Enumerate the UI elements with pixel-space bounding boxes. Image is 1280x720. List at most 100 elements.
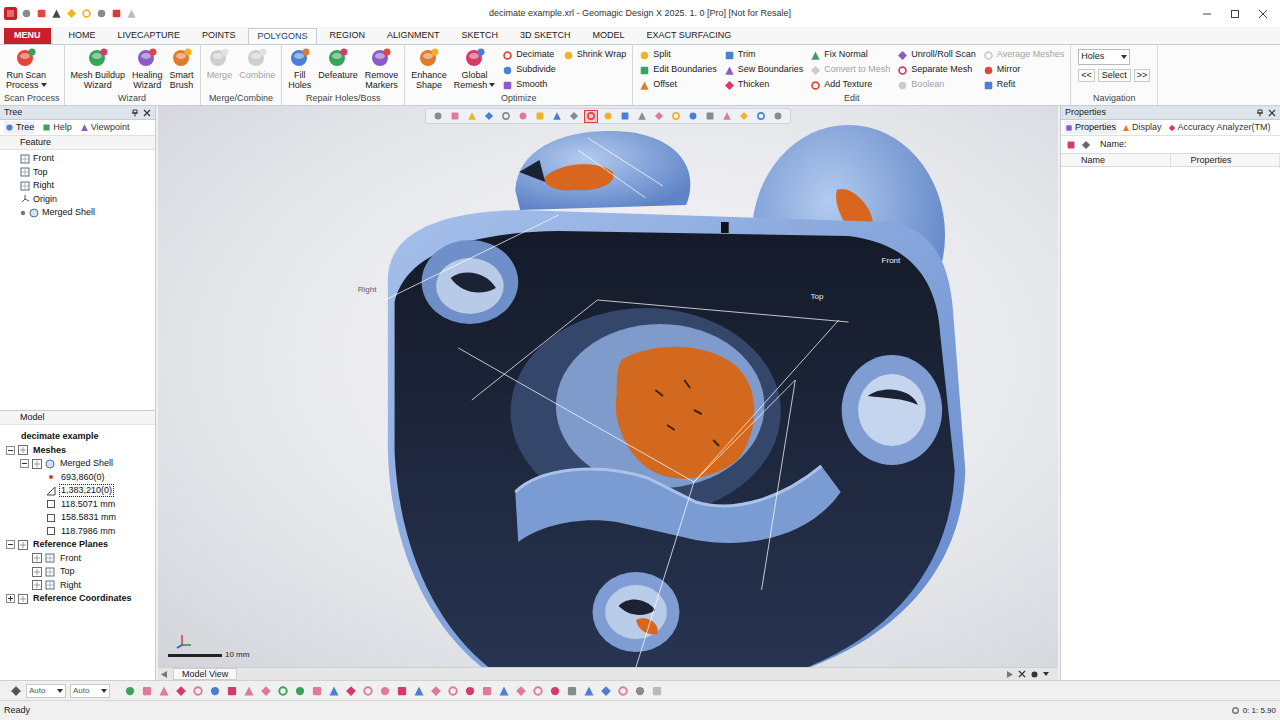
scroll-right-icon[interactable]: [1007, 671, 1013, 678]
view-tool-button[interactable]: [516, 110, 530, 123]
model-tree-row[interactable]: 158.5831 mm: [0, 511, 155, 525]
ribbon-small-button[interactable]: Smooth: [501, 78, 557, 92]
ribbon-tab[interactable]: EXACT SURFACING: [636, 28, 741, 44]
feature-tree-row[interactable]: Right: [0, 179, 155, 193]
panel-tab[interactable]: Help: [41, 121, 73, 135]
view-tool-button[interactable]: [584, 110, 598, 123]
view-tool-button[interactable]: [618, 110, 632, 123]
ribbon-small-button[interactable]: Boolean: [896, 78, 977, 92]
ribbon-large-button[interactable]: Combine: [236, 45, 278, 80]
dropdown-arrow-icon[interactable]: [41, 83, 47, 87]
model-tree-row[interactable]: decimate example: [0, 430, 155, 444]
ribbon-large-button[interactable]: Mesh BuildupWizard: [68, 45, 129, 90]
view-tool-button[interactable]: [720, 110, 734, 123]
model-tree-row[interactable]: 118.7986 mm: [0, 525, 155, 539]
view-tool-button[interactable]: [533, 110, 547, 123]
view-tab[interactable]: Model View: [173, 668, 237, 680]
ribbon-tab[interactable]: POLYGONS: [248, 28, 318, 44]
next-button[interactable]: >>: [1134, 69, 1151, 82]
ribbon-small-button[interactable]: Edit Boundaries: [638, 63, 718, 77]
model-tree-row[interactable]: Front: [0, 552, 155, 566]
column-header[interactable]: Name: [1061, 154, 1171, 168]
ribbon-large-button[interactable]: HealingWizard: [129, 45, 166, 90]
ribbon-small-button[interactable]: Add Texture: [809, 78, 891, 92]
view-tool-button[interactable]: [550, 110, 564, 123]
pin-icon[interactable]: [131, 109, 139, 117]
view-tool-button[interactable]: [431, 110, 445, 123]
ribbon-small-button[interactable]: Mirror: [982, 63, 1065, 77]
ribbon-large-button[interactable]: SmartBrush: [167, 45, 197, 90]
ribbon-small-button[interactable]: Offset: [638, 78, 718, 92]
collapse-icon[interactable]: [20, 459, 29, 468]
ribbon-small-button[interactable]: Refit: [982, 78, 1065, 92]
ribbon-large-button[interactable]: GlobalRemesh: [451, 45, 499, 90]
view-tool-button[interactable]: [465, 110, 479, 123]
visibility-toggle-icon[interactable]: [18, 594, 28, 604]
view-tool-button[interactable]: [754, 110, 768, 123]
panel-tab[interactable]: Accuracy Analyzer(TM): [1167, 121, 1272, 135]
model-tree-row[interactable]: Merged Shell: [0, 457, 155, 471]
column-header[interactable]: Properties: [1171, 154, 1280, 168]
ribbon-small-button[interactable]: Unroll/Roll Scan: [896, 48, 977, 62]
view-tool-button[interactable]: [737, 110, 751, 123]
ribbon-tab[interactable]: 3D SKETCH: [510, 28, 581, 44]
model-tree-row[interactable]: Reference Coordinates: [0, 592, 155, 606]
ribbon-tab[interactable]: REGION: [319, 28, 375, 44]
model-tree-row[interactable]: 1,383,210(0): [0, 484, 155, 498]
dropdown-arrow-icon[interactable]: [1043, 672, 1049, 676]
ribbon-tab[interactable]: HOME: [59, 28, 106, 44]
visibility-toggle-icon[interactable]: [32, 553, 42, 563]
view-tool-button[interactable]: [703, 110, 717, 123]
ribbon-small-button[interactable]: Convert to Mesh: [809, 63, 891, 77]
visibility-toggle-icon[interactable]: [32, 580, 42, 590]
dropdown-arrow-icon[interactable]: [1121, 55, 1127, 59]
view-tool-button[interactable]: [567, 110, 581, 123]
model-tree-row[interactable]: Top: [0, 565, 155, 579]
scroll-left-icon[interactable]: [161, 671, 167, 678]
ribbon-small-button[interactable]: Split: [638, 48, 718, 62]
panel-tab[interactable]: Viewpoint: [79, 121, 131, 135]
ribbon-large-button[interactable]: Merge: [204, 45, 236, 80]
collapse-icon[interactable]: [6, 540, 15, 549]
view-tool-button[interactable]: [686, 110, 700, 123]
ribbon-small-button[interactable]: Average Meshes: [982, 48, 1065, 62]
minimize-icon[interactable]: [1202, 9, 1212, 19]
ribbon-large-button[interactable]: RemoveMarkers: [362, 45, 402, 90]
close-window-icon[interactable]: [1258, 9, 1268, 19]
view-tool-button[interactable]: [652, 110, 666, 123]
model-viewport[interactable]: RightFrontTop10 mm: [158, 106, 1058, 667]
ribbon-large-button[interactable]: FillHoles: [285, 45, 314, 90]
panel-tab[interactable]: Tree: [4, 121, 35, 135]
view-tool-button[interactable]: [771, 110, 785, 123]
visibility-toggle-icon[interactable]: [18, 445, 28, 455]
ribbon-small-button[interactable]: Fix Normal: [809, 48, 891, 62]
dot-icon[interactable]: [1031, 671, 1038, 678]
panel-tab[interactable]: Display: [1121, 121, 1163, 135]
ribbon-small-button[interactable]: Thicken: [723, 78, 805, 92]
dropdown-arrow-icon[interactable]: [57, 689, 63, 693]
ribbon-large-button[interactable]: EnhanceShape: [408, 45, 450, 90]
ribbon-large-button[interactable]: Defeature: [315, 45, 361, 80]
view-tool-button[interactable]: [601, 110, 615, 123]
app-logo-icon[interactable]: [4, 7, 17, 20]
view-tool-button[interactable]: [499, 110, 513, 123]
model-tree-row[interactable]: 693,860(0): [0, 471, 155, 485]
feature-tree-row[interactable]: Origin: [0, 193, 155, 207]
visibility-toggle-icon[interactable]: [32, 459, 42, 469]
ribbon-small-button[interactable]: Decimate: [501, 48, 557, 62]
expand-icon[interactable]: [6, 594, 15, 603]
feature-tree-row[interactable]: Front: [0, 152, 155, 166]
model-tree-row[interactable]: Meshes: [0, 444, 155, 458]
dropdown-arrow-icon[interactable]: [101, 689, 107, 693]
feature-tree-row[interactable]: Top: [0, 166, 155, 180]
previous-button[interactable]: <<: [1078, 69, 1095, 82]
ribbon-tab[interactable]: ALIGNMENT: [377, 28, 450, 44]
view-tool-button[interactable]: [482, 110, 496, 123]
ribbon-tab[interactable]: POINTS: [192, 28, 246, 44]
ribbon-small-button[interactable]: Sew Boundaries: [723, 63, 805, 77]
ribbon-large-button[interactable]: Run ScanProcess: [3, 45, 50, 90]
navigation-type-select[interactable]: Holes: [1078, 49, 1130, 65]
ribbon-tab[interactable]: MODEL: [582, 28, 634, 44]
ribbon-small-button[interactable]: Shrink Wrap: [562, 48, 627, 62]
mode-select[interactable]: Auto: [26, 684, 66, 698]
